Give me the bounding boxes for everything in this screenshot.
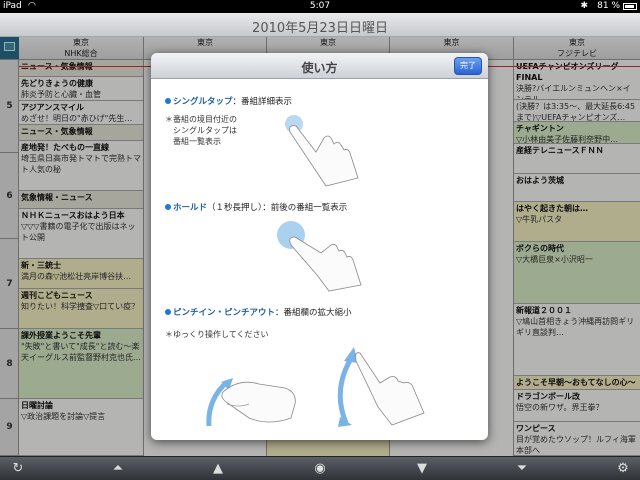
bluetooth-icon: ✱ [580,1,588,11]
bullet-icon [165,98,171,104]
circle-now-icon[interactable]: ◉ [310,460,330,478]
page-title: 2010年5月23日日曜日 [252,21,388,36]
pinch-note: ＊ゆっくり操作してください [165,330,269,339]
bottom-toolbar: ↻ ⏶ ▲ ◉ ▼ ⏷ ⚙ [0,456,640,480]
dialog-title: 使い方 [301,61,338,75]
battery-icon [623,3,637,10]
bullet-icon [165,309,171,315]
hold-heading: ホールド（１秒長押し）：前後の番組一覧表示 [165,201,347,213]
dialog-header: 使い方 完了 [151,53,488,79]
refresh-icon[interactable]: ↻ [8,460,28,478]
pinch-heading: ピンチイン・ピンチアウト：番組欄の拡大縮小 [165,306,352,318]
battery-percent: 81 % [597,1,620,11]
single-tap-hand-icon [285,115,359,187]
pinch-in-hand-icon [206,378,296,427]
clock: 5:07 [309,1,331,11]
hold-hand-icon [277,221,362,292]
bullet-icon [165,204,171,210]
gear-icon[interactable]: ⚙ [613,460,633,478]
double-up-arrow-icon[interactable]: ⏶ [108,460,128,478]
single-tap-note: ＊番組の境目付近の シングルタップは 番組一覧表示 [165,115,237,146]
status-bar: iPad ◠ 5:07 ✱ 81 % [0,0,640,13]
help-dialog: 使い方 完了 シングルタップ：番組詳細表示 ＊番組の境目付近の シングルタップは… [151,53,488,440]
done-button[interactable]: 完了 [454,57,482,75]
up-arrow-icon[interactable]: ▲ [208,460,228,478]
title-bar: 2010年5月23日日曜日 [0,13,640,37]
single-tap-heading: シングルタップ：番組詳細表示 [165,95,292,107]
down-arrow-icon[interactable]: ▼ [412,460,432,478]
pinch-out-hand-icon [337,347,425,427]
double-down-arrow-icon[interactable]: ⏷ [512,460,532,478]
